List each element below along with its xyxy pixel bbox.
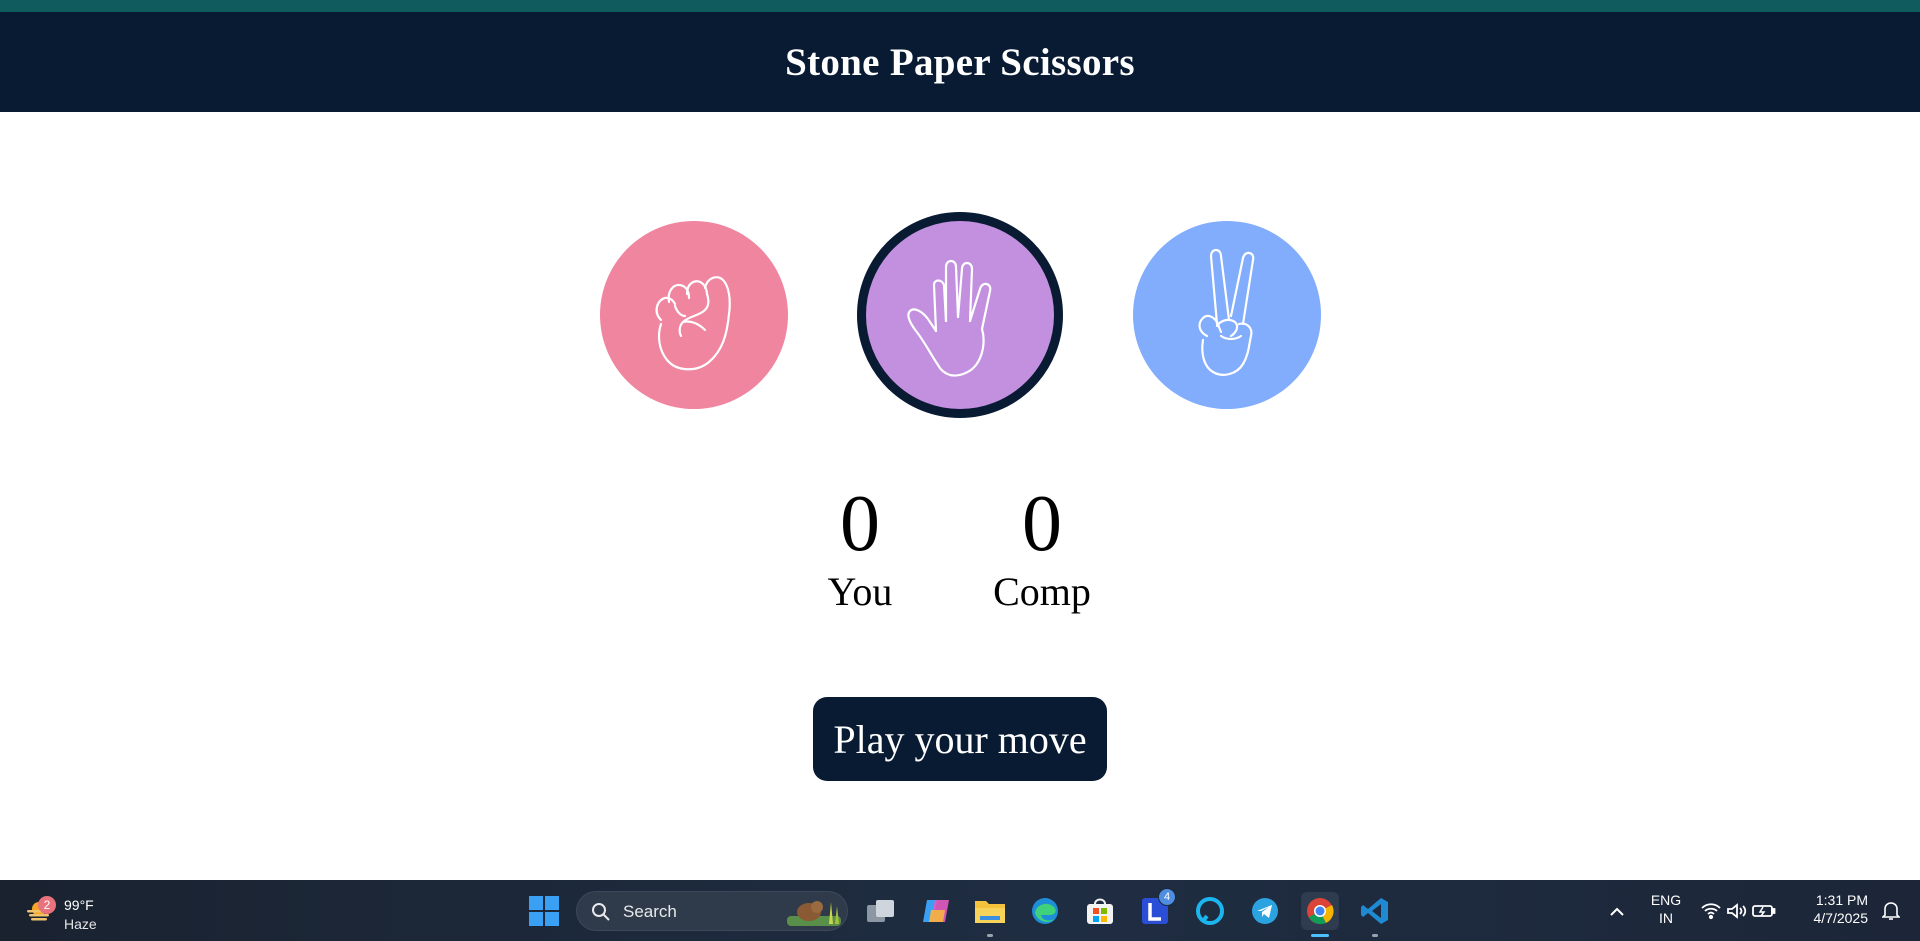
edge-button[interactable] [1026, 892, 1064, 930]
alexa-icon [1196, 897, 1224, 925]
file-explorer-button[interactable] [971, 892, 1009, 937]
running-indicator [987, 934, 993, 937]
language-code: ENG [1650, 892, 1682, 908]
alexa-button[interactable] [1191, 892, 1229, 930]
vscode-icon [1361, 898, 1388, 924]
paper-choice-button[interactable] [857, 212, 1063, 418]
battery-charging-icon [1752, 905, 1776, 917]
active-app-indicator [1311, 934, 1329, 937]
page-title: Stone Paper Scissors [785, 40, 1135, 84]
status-message: Play your move [813, 697, 1107, 781]
copilot-icon [923, 900, 949, 922]
vscode-button[interactable] [1356, 892, 1394, 937]
clock-date: 4/7/2025 [1813, 910, 1869, 926]
wifi-icon [1701, 903, 1721, 920]
language-indicator[interactable]: ENG IN [1648, 891, 1684, 927]
stone-choice-button[interactable] [600, 221, 788, 409]
telegram-icon [1252, 898, 1278, 924]
notifications-button[interactable] [1876, 892, 1906, 930]
l-app-badge: 4 [1158, 888, 1176, 906]
task-view-button[interactable] [862, 892, 900, 930]
scissors-choice-button[interactable] [1133, 221, 1321, 409]
search-highlight-illustration-icon [787, 901, 841, 926]
computer-score-label: Comp [993, 569, 1091, 614]
user-score-panel: 0 You [810, 484, 910, 614]
computer-score-panel: 0 Comp [982, 484, 1102, 614]
clock-time: 1:31 PM [1815, 892, 1868, 908]
chrome-icon [1307, 898, 1334, 925]
open-hand-icon [907, 259, 992, 377]
victory-hand-icon [1198, 248, 1255, 376]
windows-start-icon [529, 896, 559, 926]
l-app-button[interactable]: 4 [1136, 888, 1176, 930]
search-placeholder: Search [623, 902, 677, 921]
top-accent-strip [0, 0, 1920, 12]
taskbar-search[interactable]: Search [576, 891, 848, 931]
volume-icon [1727, 903, 1747, 919]
computer-score: 0 [1022, 480, 1062, 568]
running-indicator [1372, 934, 1378, 937]
telegram-button[interactable] [1246, 892, 1284, 930]
weather-badge: 2 [38, 896, 56, 914]
user-score-label: You [827, 569, 893, 614]
app-header: Stone Paper Scissors [0, 12, 1920, 112]
copilot-button[interactable] [917, 892, 955, 930]
edge-icon [1032, 898, 1058, 924]
clock[interactable]: 1:31 PM 4/7/2025 [1796, 891, 1869, 927]
search-icon [592, 903, 610, 921]
weather-widget[interactable]: 2 99°F Haze [20, 888, 120, 934]
weather-temperature: 99°F [64, 897, 94, 913]
quick-settings-button[interactable] [1696, 892, 1780, 930]
start-button[interactable] [525, 892, 563, 930]
windows-taskbar: 2 99°F Haze Search 4 ENG IN 1:31 PM 4/7/… [0, 880, 1920, 941]
chrome-button[interactable] [1301, 892, 1339, 937]
task-view-icon [867, 900, 894, 922]
show-hidden-icons-button[interactable] [1600, 892, 1634, 930]
fist-icon [655, 276, 731, 371]
region-code: IN [1659, 910, 1673, 926]
file-explorer-icon [975, 901, 1005, 923]
notification-bell-icon [1882, 902, 1900, 920]
microsoft-store-button[interactable] [1081, 892, 1119, 930]
store-icon [1087, 898, 1113, 924]
user-score: 0 [840, 480, 880, 568]
weather-condition: Haze [64, 916, 97, 932]
chevron-up-icon [1610, 907, 1624, 916]
